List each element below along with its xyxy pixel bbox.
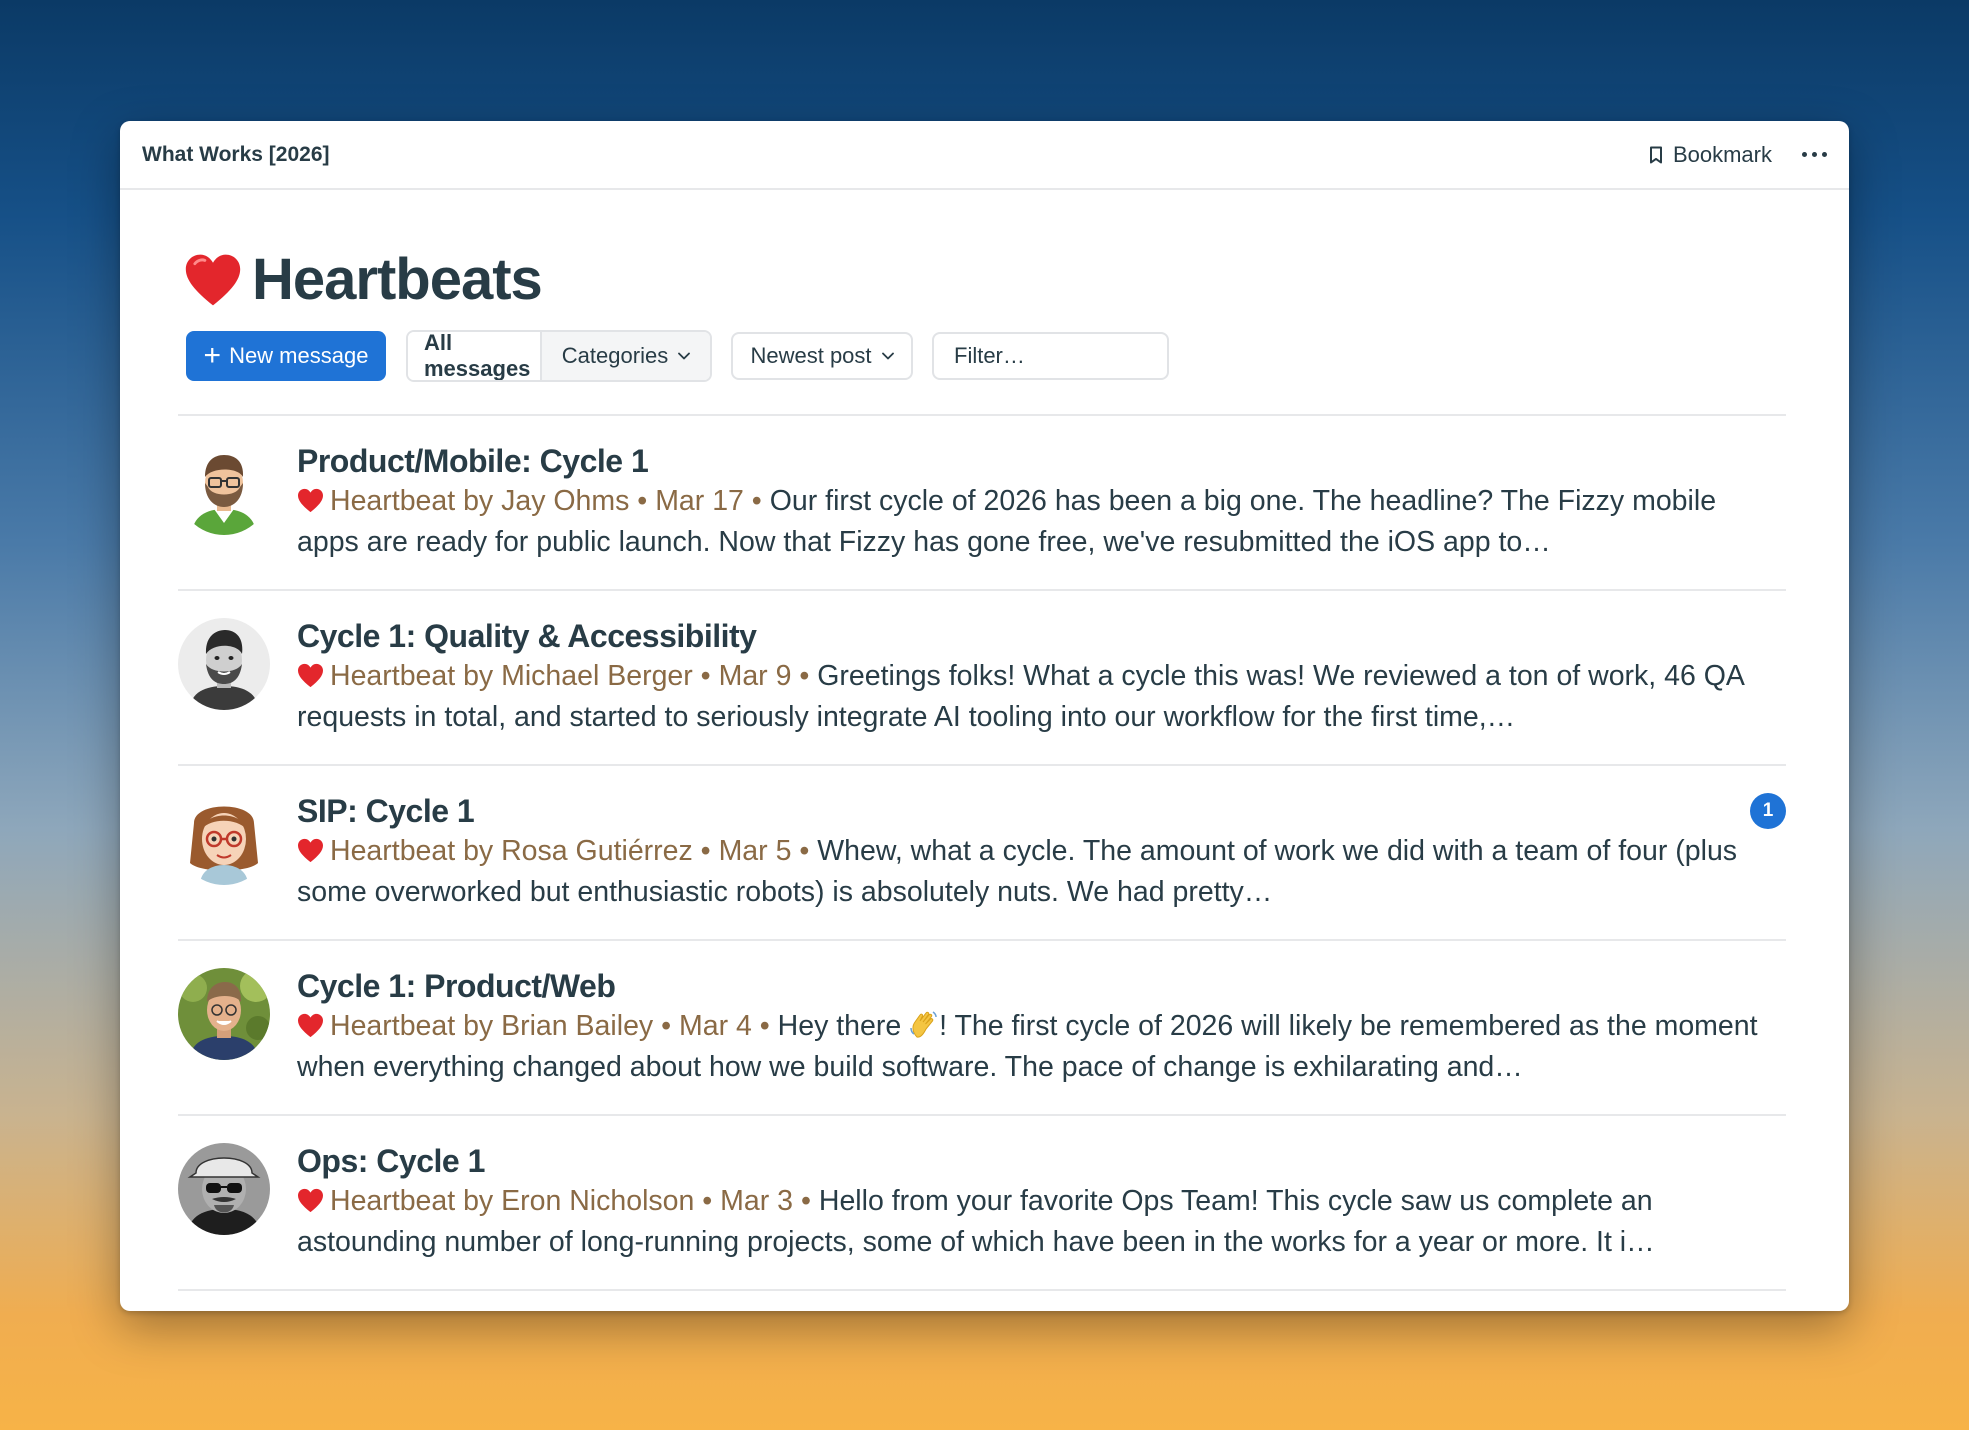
- breadcrumb[interactable]: What Works [2026]: [142, 143, 330, 167]
- message-title[interactable]: Ops: Cycle 1: [297, 1141, 1786, 1181]
- message-title[interactable]: SIP: Cycle 1: [297, 791, 1786, 831]
- red-heart-icon: [298, 1188, 323, 1213]
- message-list: Product/Mobile: Cycle 1 Heartbeat by Jay…: [178, 414, 1786, 1291]
- red-heart-icon: [185, 254, 241, 305]
- sort-label: Newest post: [750, 343, 872, 368]
- message-item[interactable]: Cycle 1: Quality & Accessibility Heartbe…: [178, 591, 1786, 766]
- message-content: Ops: Cycle 1 Heartbeat by Eron Nicholson…: [297, 1141, 1786, 1263]
- bookmark-label: Bookmark: [1672, 141, 1772, 167]
- avatar-michael-berger[interactable]: [178, 618, 270, 710]
- new-message-label: New message: [229, 343, 369, 368]
- tab-categories-label: Categories: [561, 343, 669, 368]
- message-content: Cycle 1: Product/Web Heartbeat by Brian …: [297, 966, 1786, 1088]
- bookmark-button[interactable]: Bookmark: [1649, 142, 1772, 168]
- new-message-button[interactable]: + New message: [186, 331, 386, 381]
- message-meta: Heartbeat by Michael Berger • Mar 9 •: [330, 660, 810, 692]
- message-excerpt: Heartbeat by Rosa Gutiérrez • Mar 5 • Wh…: [297, 831, 1782, 913]
- message-item[interactable]: Ops: Cycle 1 Heartbeat by Eron Nicholson…: [178, 1116, 1786, 1291]
- message-content: Product/Mobile: Cycle 1 Heartbeat by Jay…: [297, 441, 1786, 563]
- message-title[interactable]: Cycle 1: Product/Web: [297, 966, 1786, 1006]
- message-item[interactable]: Cycle 1: Product/Web Heartbeat by Brian …: [178, 941, 1786, 1116]
- waving-hand-icon: [910, 1011, 937, 1038]
- page-header: Heartbeats: [184, 246, 543, 313]
- plus-icon: +: [203, 339, 222, 372]
- sort-dropdown[interactable]: Newest post: [731, 332, 913, 380]
- top-bar: What Works [2026] Bookmark: [120, 121, 1849, 190]
- tab-all-messages[interactable]: All messages: [408, 332, 542, 380]
- message-meta: Heartbeat by Eron Nicholson • Mar 3 •: [330, 1185, 811, 1217]
- chevron-down-icon: [881, 352, 894, 360]
- page-title: Heartbeats: [252, 247, 543, 312]
- message-excerpt: Heartbeat by Brian Bailey • Mar 4 • Hey …: [297, 1006, 1782, 1088]
- message-meta: Heartbeat by Jay Ohms • Mar 17 •: [330, 485, 762, 517]
- bookmark-icon: [1649, 146, 1662, 163]
- message-meta: Heartbeat by Rosa Gutiérrez • Mar 5 •: [330, 835, 810, 867]
- red-heart-icon: [298, 1013, 323, 1038]
- message-content: Cycle 1: Quality & Accessibility Heartbe…: [297, 616, 1786, 738]
- red-heart-icon: [298, 488, 323, 513]
- message-item[interactable]: SIP: Cycle 1 Heartbeat by Rosa Gutiérrez…: [178, 766, 1786, 941]
- tab-categories[interactable]: Categories: [542, 332, 710, 380]
- avatar-rosa-gutierrez[interactable]: [178, 793, 270, 885]
- message-meta: Heartbeat by Brian Bailey • Mar 4 •: [330, 1010, 770, 1042]
- ellipsis-icon[interactable]: [1802, 146, 1827, 163]
- top-bar-actions: Bookmark: [1649, 142, 1827, 168]
- message-title[interactable]: Cycle 1: Quality & Accessibility: [297, 616, 1786, 656]
- message-toolbar: + New message All messages Categories Ne…: [186, 330, 1169, 382]
- unread-count-badge: 1: [1750, 793, 1786, 829]
- avatar-jay-ohms[interactable]: [178, 443, 270, 535]
- message-excerpt: Heartbeat by Eron Nicholson • Mar 3 • He…: [297, 1181, 1782, 1263]
- avatar-brian-bailey[interactable]: [178, 968, 270, 1060]
- message-view-tabs: All messages Categories: [406, 330, 712, 382]
- message-item[interactable]: Product/Mobile: Cycle 1 Heartbeat by Jay…: [178, 416, 1786, 591]
- message-content: SIP: Cycle 1 Heartbeat by Rosa Gutiérrez…: [297, 791, 1786, 913]
- chevron-down-icon: [678, 352, 691, 360]
- message-excerpt: Heartbeat by Jay Ohms • Mar 17 • Our fir…: [297, 481, 1782, 563]
- message-excerpt: Heartbeat by Michael Berger • Mar 9 • Gr…: [297, 656, 1782, 738]
- avatar-eron-nicholson[interactable]: [178, 1143, 270, 1235]
- message-excerpt-text: Hey there: [777, 1010, 910, 1042]
- filter-input[interactable]: [932, 332, 1169, 380]
- red-heart-icon: [298, 838, 323, 863]
- app-window: What Works [2026] Bookmark Heartbeats + …: [120, 121, 1849, 1311]
- message-title[interactable]: Product/Mobile: Cycle 1: [297, 441, 1786, 481]
- red-heart-icon: [298, 663, 323, 688]
